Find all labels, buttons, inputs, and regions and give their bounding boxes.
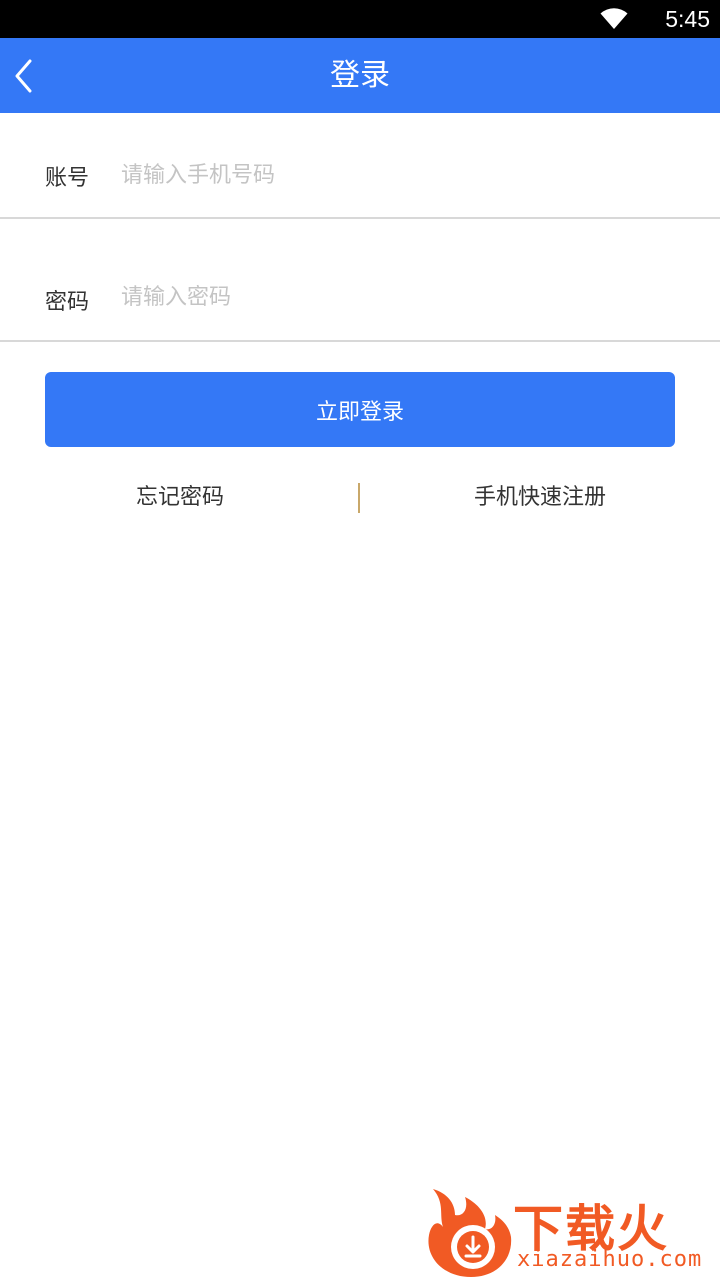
- status-bar: 5:45: [0, 0, 720, 38]
- flame-logo-icon: [428, 1189, 512, 1277]
- password-row: 密码: [0, 221, 720, 342]
- forgot-password-link[interactable]: 忘记密码: [0, 480, 360, 516]
- account-row: 账号: [0, 113, 720, 219]
- account-label: 账号: [45, 166, 90, 191]
- watermark-brand-en: xiazaihuo.com: [517, 1247, 703, 1272]
- quick-register-link[interactable]: 手机快速注册: [360, 480, 720, 516]
- wifi-icon: [600, 8, 628, 29]
- phone-input[interactable]: [121, 155, 681, 195]
- password-label: 密码: [45, 290, 90, 315]
- login-button[interactable]: 立即登录: [45, 372, 675, 447]
- page-title: 登录: [330, 58, 390, 93]
- app-header: 登录: [0, 38, 720, 113]
- password-input[interactable]: [121, 277, 681, 317]
- status-time: 5:45: [665, 6, 710, 32]
- auth-links: 忘记密码 手机快速注册: [0, 480, 720, 516]
- watermark-logo: 下载火 xiazaihuo.com: [425, 1185, 720, 1280]
